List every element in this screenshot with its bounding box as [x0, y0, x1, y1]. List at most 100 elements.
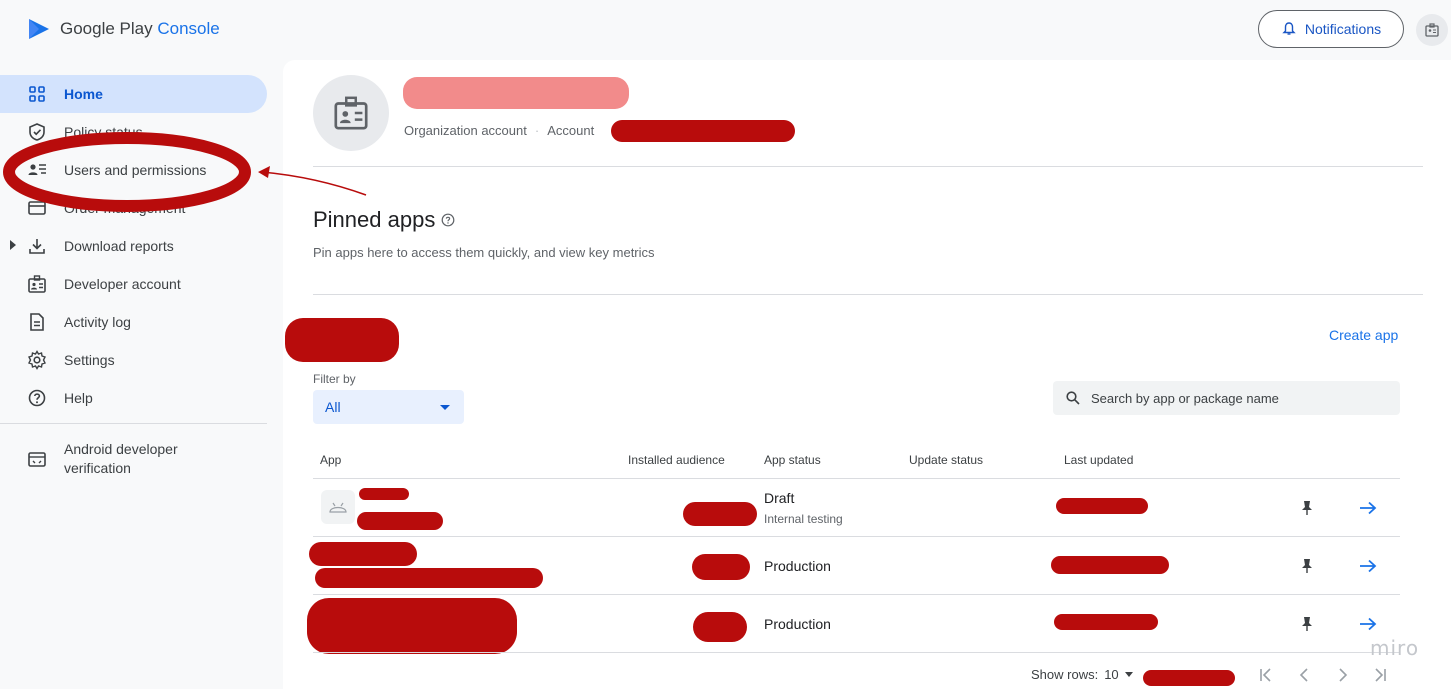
column-header-app[interactable]: App: [320, 453, 341, 467]
sidebar-item-label: Activity log: [64, 314, 131, 330]
sidebar-item-label: Users and permissions: [64, 162, 207, 178]
table-divider: [313, 594, 1400, 595]
last-page-icon[interactable]: [1371, 666, 1389, 684]
sidebar-item-label: Settings: [64, 352, 115, 368]
pin-icon[interactable]: [1300, 616, 1314, 632]
next-page-icon[interactable]: [1334, 666, 1352, 684]
sidebar-item-order-management[interactable]: Order management: [0, 189, 270, 227]
badge-icon: [27, 274, 47, 294]
sidebar-item-label: Policy status: [64, 124, 143, 140]
redacted-account-name: [403, 77, 629, 109]
grid-icon: [27, 84, 47, 104]
redacted-package-name: [357, 512, 443, 530]
redacted-last-updated: [1056, 498, 1148, 514]
divider: [313, 166, 1423, 167]
badge-icon: [334, 96, 368, 130]
sidebar-divider: [0, 423, 267, 424]
app-status: Draft: [764, 490, 795, 506]
redacted-installed-audience: [692, 554, 750, 580]
divider: [313, 294, 1423, 295]
table-divider: [313, 536, 1400, 537]
pinned-apps-subtitle: Pin apps here to access them quickly, an…: [313, 245, 655, 260]
sidebar-item-download-reports[interactable]: Download reports: [0, 227, 270, 265]
notifications-button[interactable]: Notifications: [1258, 10, 1404, 48]
sidebar-item-home[interactable]: Home: [0, 75, 267, 113]
sidebar-item-label: Developer account: [64, 276, 181, 292]
column-header-last-updated[interactable]: Last updated: [1064, 453, 1133, 467]
users-list-icon: [27, 160, 47, 180]
play-logo-icon: [29, 19, 49, 39]
bell-icon: [1282, 22, 1296, 35]
main-content: Organization account · Account Pinned ap…: [283, 60, 1451, 689]
account-avatar-button[interactable]: [1416, 14, 1448, 46]
app-icon-placeholder: [321, 490, 355, 524]
rows-value: 10: [1104, 667, 1119, 682]
redacted-app-name: [307, 598, 517, 654]
organization-avatar: [313, 75, 389, 151]
app-status: Production: [764, 558, 831, 574]
sidebar-item-android-developer-verification[interactable]: Android developer verification: [0, 434, 270, 484]
app-search-input[interactable]: Search by app or package name: [1053, 381, 1400, 415]
dropdown-arrow-icon: [1124, 672, 1133, 677]
redacted-app-name: [359, 488, 409, 500]
sidebar-nav: Home Policy status Users and permissions…: [0, 70, 270, 484]
column-header-app-status[interactable]: App status: [764, 453, 821, 467]
table-divider: [313, 652, 1400, 653]
search-icon: [1066, 391, 1080, 405]
meta-separator: ·: [534, 123, 540, 138]
filter-select[interactable]: All: [313, 390, 464, 424]
sidebar-item-activity-log[interactable]: Activity log: [0, 303, 270, 341]
arrow-right-icon[interactable]: [1359, 559, 1377, 573]
create-app-link[interactable]: Create app: [1329, 327, 1398, 343]
sidebar-item-policy-status[interactable]: Policy status: [0, 113, 270, 151]
redacted-package-name: [315, 568, 543, 588]
account-meta: Organization account · Account: [404, 123, 594, 138]
show-rows-label: Show rows:: [1031, 667, 1099, 682]
filter-value: All: [325, 399, 341, 415]
notifications-label: Notifications: [1304, 21, 1382, 37]
download-icon: [27, 236, 47, 256]
previous-page-icon[interactable]: [1295, 666, 1313, 684]
column-header-installed-audience[interactable]: Installed audience: [628, 453, 725, 467]
android-icon: [329, 502, 347, 513]
arrow-right-icon[interactable]: [1359, 617, 1377, 631]
document-icon: [27, 312, 47, 332]
pin-icon[interactable]: [1300, 500, 1314, 516]
search-placeholder: Search by app or package name: [1091, 390, 1279, 406]
top-bar: Google Play Console Notifications: [0, 0, 1451, 60]
redacted-section-title: [285, 318, 399, 362]
help-circle-icon[interactable]: [441, 213, 455, 227]
redacted-last-updated: [1051, 556, 1169, 574]
first-page-icon[interactable]: [1257, 666, 1275, 684]
shield-check-icon: [27, 122, 47, 142]
redacted-installed-audience: [693, 612, 747, 642]
sidebar-item-developer-account[interactable]: Developer account: [0, 265, 270, 303]
sidebar-item-label: Download reports: [64, 238, 174, 254]
redacted-app-name: [309, 542, 417, 566]
rows-per-page-select[interactable]: Show rows: 10: [1031, 667, 1133, 682]
arrow-right-icon[interactable]: [1359, 501, 1377, 515]
play-console-logo[interactable]: Google Play Console: [26, 16, 220, 42]
badge-icon: [1425, 23, 1439, 37]
sidebar-item-label: Home: [64, 86, 103, 102]
redacted-last-updated: [1054, 614, 1158, 630]
filter-label: Filter by: [313, 372, 356, 386]
redacted-page-range: [1143, 670, 1235, 686]
dropdown-arrow-icon: [440, 405, 450, 410]
sidebar-item-settings[interactable]: Settings: [0, 341, 270, 379]
miro-watermark: miro: [1370, 636, 1420, 660]
verification-icon: [27, 449, 47, 469]
sidebar-item-label: Help: [64, 390, 93, 406]
logo-text: Google Play Console: [60, 19, 220, 38]
redacted-account-id: [611, 120, 795, 142]
expand-caret-icon[interactable]: [10, 240, 16, 250]
sidebar-item-users-and-permissions[interactable]: Users and permissions: [0, 151, 270, 189]
app-status: Production: [764, 616, 831, 632]
column-header-update-status[interactable]: Update status: [909, 453, 983, 467]
pin-icon[interactable]: [1300, 558, 1314, 574]
gear-icon: [27, 350, 47, 370]
account-type-label: Organization account: [404, 123, 527, 138]
sidebar-item-help[interactable]: Help: [0, 379, 270, 417]
sidebar-item-label: Order management: [64, 200, 186, 216]
table-divider: [313, 478, 1400, 479]
